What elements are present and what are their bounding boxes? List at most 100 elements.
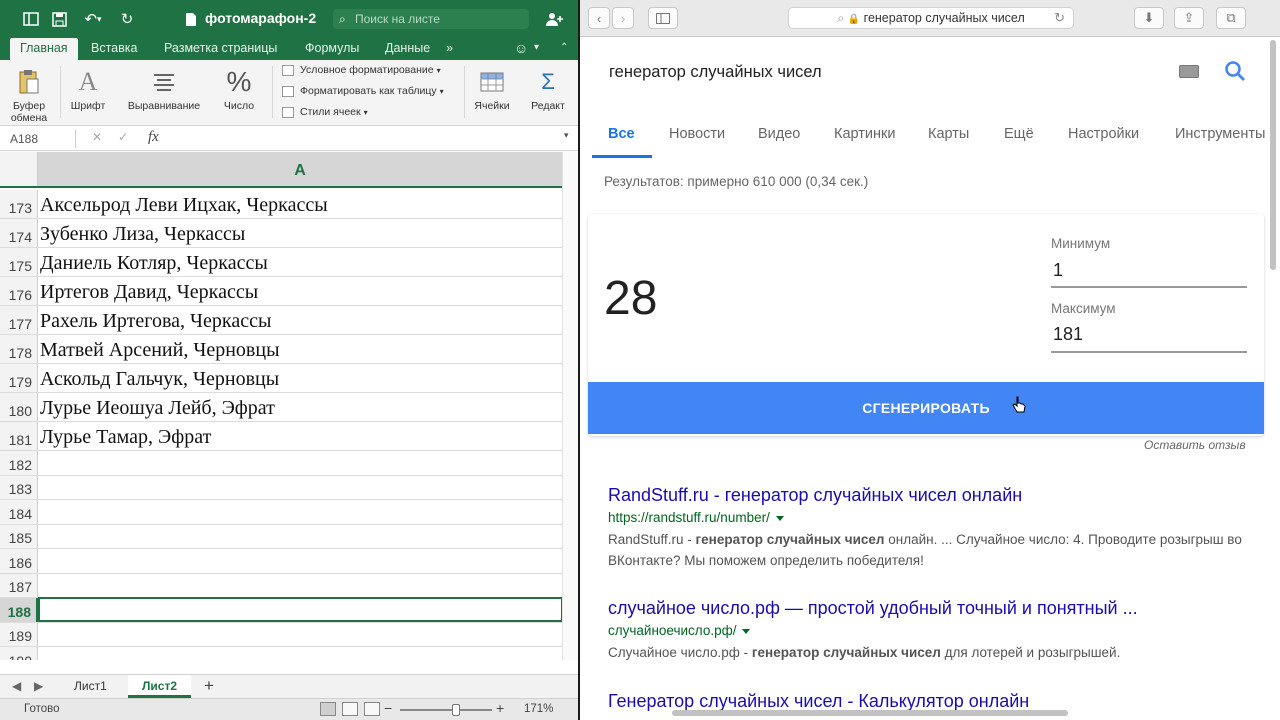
normal-view-icon[interactable]: [320, 702, 336, 716]
result-title-link[interactable]: Генератор случайных чисел - Калькулятор …: [608, 690, 1248, 712]
row-number[interactable]: 174: [0, 219, 38, 247]
row-number[interactable]: 176: [0, 277, 38, 305]
row-number[interactable]: 180: [0, 393, 38, 421]
row-number[interactable]: 183: [0, 475, 38, 499]
address-bar[interactable]: ⌕ 🔒 генератор случайных чисел ↻: [788, 7, 1074, 29]
row-number[interactable]: 175: [0, 248, 38, 276]
search-query[interactable]: генератор случайных чисел: [609, 63, 822, 82]
dropdown-caret-icon[interactable]: [742, 628, 751, 634]
keyboard-icon[interactable]: [1179, 65, 1199, 78]
sheet-search-input[interactable]: ⌕ Поиск на листе: [333, 9, 529, 29]
active-cell[interactable]: [38, 597, 563, 622]
row-number[interactable]: 177: [0, 306, 38, 334]
collapse-ribbon-icon[interactable]: ⌃: [560, 38, 568, 60]
select-all-corner[interactable]: [0, 152, 38, 186]
zoom-out-icon[interactable]: −: [384, 700, 392, 716]
table-row[interactable]: 175 Даниель Котляр, Черкассы: [0, 248, 562, 277]
next-sheet-icon[interactable]: ▶: [34, 679, 43, 693]
ribbon-options-icon[interactable]: ▾: [534, 38, 539, 60]
cancel-icon[interactable]: ✕: [92, 130, 102, 144]
row-number[interactable]: 190: [0, 647, 38, 660]
table-row[interactable]: 187: [0, 573, 562, 598]
result-title-link[interactable]: RandStuff.ru - генератор случайных чисел…: [608, 484, 1248, 506]
table-row[interactable]: 180 Лурье Иеошуа Лейб, Эфрат: [0, 393, 562, 422]
save-icon[interactable]: [48, 8, 70, 30]
row-number[interactable]: 185: [0, 524, 38, 548]
sheet-tab-1[interactable]: Лист1: [60, 675, 121, 698]
downloads-icon[interactable]: ⬇: [1134, 7, 1164, 29]
tab-video[interactable]: Видео: [758, 126, 800, 142]
smiley-feedback-icon[interactable]: ☺: [514, 38, 528, 60]
vertical-scrollbar[interactable]: [1270, 40, 1276, 270]
dropdown-caret-icon[interactable]: [775, 515, 784, 521]
result-title-link[interactable]: случайное число.рф — простой удобный точ…: [608, 597, 1248, 619]
worksheet-grid[interactable]: 173 Аксельрод Леви Ицхак, Черкассы 174 Зубе…: [0, 190, 578, 660]
tab-news[interactable]: Новости: [669, 126, 725, 142]
zoom-in-icon[interactable]: +: [496, 700, 504, 716]
name-box[interactable]: A188: [6, 130, 76, 148]
row-number[interactable]: 182: [0, 451, 38, 475]
result-url[interactable]: https://randstuff.ru/number/: [608, 509, 1248, 526]
vertical-scrollbar[interactable]: [562, 152, 578, 660]
search-icon[interactable]: [1223, 59, 1247, 83]
expand-formula-icon[interactable]: ▾: [564, 130, 569, 141]
tab-page-layout[interactable]: Разметка страницы: [164, 38, 277, 60]
sidebar-toggle-icon[interactable]: [20, 8, 42, 30]
page-break-view-icon[interactable]: [364, 702, 380, 716]
conditional-formatting-button[interactable]: Условное форматирование ▾: [282, 60, 441, 80]
zoom-slider-thumb[interactable]: [452, 704, 460, 716]
prev-sheet-icon[interactable]: ◀: [12, 679, 21, 693]
undo-icon[interactable]: ↶ ▾: [78, 8, 108, 30]
result-url[interactable]: случайноечисло.рф/: [608, 622, 1248, 639]
back-icon[interactable]: ‹: [588, 7, 610, 29]
clipboard-group[interactable]: Буфер обмена: [4, 64, 54, 124]
share-icon[interactable]: ⇪: [1174, 7, 1204, 29]
table-row[interactable]: 179 Аскольд Гальчук, Черновцы: [0, 364, 562, 393]
row-number[interactable]: 188: [0, 598, 38, 622]
generate-button[interactable]: СГЕНЕРИРОВАТЬ: [588, 382, 1264, 434]
table-row[interactable]: 181 Лурье Тамар, Эфрат: [0, 422, 562, 451]
row-number[interactable]: 179: [0, 364, 38, 392]
sidebar-icon[interactable]: [648, 7, 678, 29]
zoom-slider[interactable]: [400, 709, 492, 711]
feedback-link[interactable]: Оставить отзыв: [1144, 438, 1246, 452]
table-row[interactable]: 190: [0, 647, 562, 660]
format-as-table-button[interactable]: Форматировать как таблицу ▾: [282, 81, 444, 101]
row-number[interactable]: 184: [0, 500, 38, 524]
cells-group[interactable]: Ячейки: [470, 64, 514, 112]
row-number[interactable]: 178: [0, 335, 38, 363]
alignment-group[interactable]: Выравнивание: [124, 64, 204, 112]
sheet-tab-2[interactable]: Лист2: [128, 675, 192, 698]
editing-group[interactable]: Σ Редакт: [528, 64, 568, 112]
table-row[interactable]: 174 Зубенко Лиза, Черкассы: [0, 219, 562, 248]
table-row[interactable]: 182: [0, 451, 562, 476]
table-row[interactable]: 184: [0, 500, 562, 525]
table-row[interactable]: 177 Рахель Иртегова, Черкассы: [0, 306, 562, 335]
tab-all[interactable]: Все: [608, 126, 635, 142]
row-number[interactable]: 186: [0, 549, 38, 573]
cell-a[interactable]: Зубенко Лиза, Черкассы: [40, 219, 245, 247]
share-user-icon[interactable]: [544, 8, 566, 30]
min-input[interactable]: 1: [1053, 260, 1063, 281]
formula-input[interactable]: [172, 129, 558, 149]
more-tabs-icon[interactable]: »: [446, 38, 453, 60]
redo-icon[interactable]: ↻: [116, 8, 138, 30]
tab-formulas[interactable]: Формулы: [305, 38, 359, 60]
tab-tools[interactable]: Инструменты: [1175, 126, 1265, 142]
zoom-level[interactable]: 171%: [524, 703, 553, 715]
column-header-a[interactable]: A: [38, 152, 562, 186]
tab-insert[interactable]: Вставка: [91, 38, 137, 60]
cell-a[interactable]: Иртегов Давид, Черкассы: [40, 277, 258, 305]
tab-data[interactable]: Данные: [385, 38, 430, 60]
table-row[interactable]: 189: [0, 622, 562, 647]
table-row[interactable]: 186: [0, 549, 562, 574]
tab-images[interactable]: Картинки: [834, 126, 895, 142]
reload-icon[interactable]: ↻: [1054, 8, 1065, 28]
cell-a[interactable]: Рахель Иртегова, Черкассы: [40, 306, 271, 334]
font-group[interactable]: A Шрифт: [66, 64, 110, 112]
table-row[interactable]: 185: [0, 524, 562, 549]
cell-styles-button[interactable]: Стили ячеек ▾: [282, 102, 368, 122]
cell-a[interactable]: Лурье Тамар, Эфрат: [40, 422, 211, 450]
row-number[interactable]: 189: [0, 622, 38, 646]
tab-more[interactable]: Ещё: [1004, 126, 1034, 142]
